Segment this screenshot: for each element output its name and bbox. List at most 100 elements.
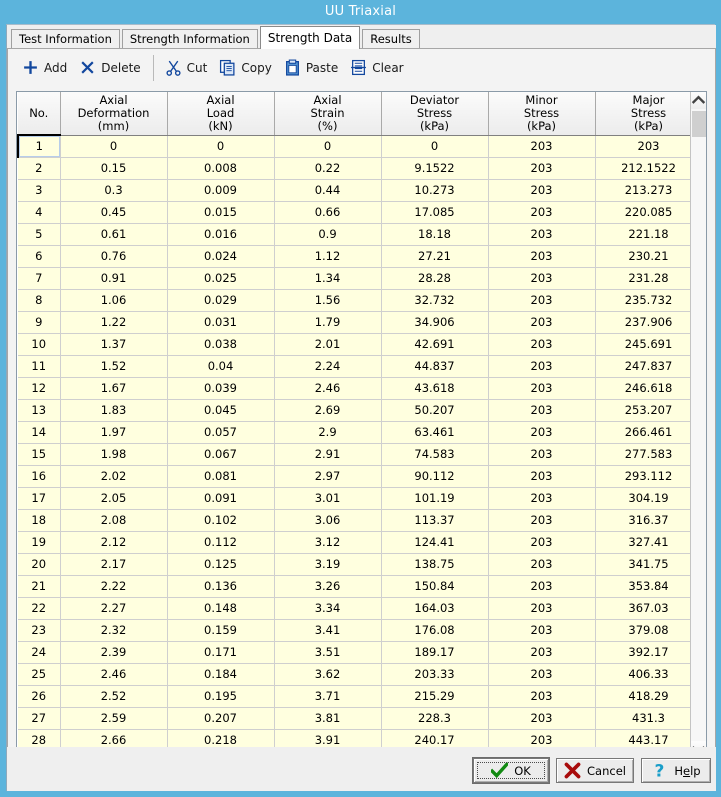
row-number-cell[interactable]: 19	[18, 531, 60, 553]
row-number-cell[interactable]: 18	[18, 509, 60, 531]
row-number-cell[interactable]: 16	[18, 465, 60, 487]
cell-axial_strain[interactable]: 0.44	[274, 179, 381, 201]
table-row[interactable]: 91.220.0311.7934.906203237.906	[18, 311, 702, 333]
cell-axial_def[interactable]: 2.46	[60, 663, 167, 685]
cell-dev_stress[interactable]: 113.37	[381, 509, 488, 531]
cell-major_stress[interactable]: 231.28	[595, 267, 702, 289]
cell-axial_strain[interactable]: 2.24	[274, 355, 381, 377]
cell-axial_load[interactable]: 0.195	[167, 685, 274, 707]
cell-major_stress[interactable]: 253.207	[595, 399, 702, 421]
table-row[interactable]: 172.050.0913.01101.19203304.19	[18, 487, 702, 509]
cell-axial_def[interactable]: 0.91	[60, 267, 167, 289]
table-row[interactable]: 212.220.1363.26150.84203353.84	[18, 575, 702, 597]
cell-dev_stress[interactable]: 164.03	[381, 597, 488, 619]
table-row[interactable]: 272.590.2073.81228.3203431.3	[18, 707, 702, 729]
cell-major_stress[interactable]: 353.84	[595, 575, 702, 597]
cell-axial_load[interactable]: 0.148	[167, 597, 274, 619]
cell-dev_stress[interactable]: 90.112	[381, 465, 488, 487]
cell-axial_load[interactable]: 0.184	[167, 663, 274, 685]
scroll-up-button[interactable]	[691, 92, 706, 109]
cell-axial_def[interactable]: 2.52	[60, 685, 167, 707]
cell-dev_stress[interactable]: 74.583	[381, 443, 488, 465]
row-number-cell[interactable]: 6	[18, 245, 60, 267]
cell-minor_stress[interactable]: 203	[488, 421, 595, 443]
cell-axial_load[interactable]: 0.024	[167, 245, 274, 267]
scrollbar-thumb[interactable]	[692, 111, 706, 137]
row-number-cell[interactable]: 17	[18, 487, 60, 509]
table-row[interactable]: 162.020.0812.9790.112203293.112	[18, 465, 702, 487]
cell-axial_load[interactable]: 0.081	[167, 465, 274, 487]
cell-minor_stress[interactable]: 203	[488, 245, 595, 267]
cell-axial_load[interactable]: 0.045	[167, 399, 274, 421]
cell-dev_stress[interactable]: 189.17	[381, 641, 488, 663]
tab-strength-information[interactable]: Strength Information	[122, 29, 258, 48]
row-number-cell[interactable]: 27	[18, 707, 60, 729]
cell-axial_strain[interactable]: 0.66	[274, 201, 381, 223]
cell-minor_stress[interactable]: 203	[488, 487, 595, 509]
table-row[interactable]: 131.830.0452.6950.207203253.207	[18, 399, 702, 421]
cell-axial_strain[interactable]: 1.56	[274, 289, 381, 311]
cell-dev_stress[interactable]: 44.837	[381, 355, 488, 377]
scrollbar-track[interactable]	[691, 109, 706, 741]
cell-axial_load[interactable]: 0.038	[167, 333, 274, 355]
cell-dev_stress[interactable]: 138.75	[381, 553, 488, 575]
table-row[interactable]: 60.760.0241.1227.21203230.21	[18, 245, 702, 267]
cell-axial_strain[interactable]: 3.81	[274, 707, 381, 729]
cell-axial_def[interactable]: 2.32	[60, 619, 167, 641]
table-row[interactable]: 232.320.1593.41176.08203379.08	[18, 619, 702, 641]
cell-axial_load[interactable]: 0.04	[167, 355, 274, 377]
cell-minor_stress[interactable]: 203	[488, 685, 595, 707]
cell-dev_stress[interactable]: 150.84	[381, 575, 488, 597]
row-number-cell[interactable]: 8	[18, 289, 60, 311]
cut-button[interactable]: Cut	[161, 55, 216, 81]
cell-axial_strain[interactable]: 1.79	[274, 311, 381, 333]
row-number-cell[interactable]: 12	[18, 377, 60, 399]
cell-minor_stress[interactable]: 203	[488, 663, 595, 685]
cell-axial_strain[interactable]: 3.71	[274, 685, 381, 707]
row-number-cell[interactable]: 3	[18, 179, 60, 201]
cell-axial_def[interactable]: 2.39	[60, 641, 167, 663]
cell-axial_load[interactable]: 0.057	[167, 421, 274, 443]
cell-dev_stress[interactable]: 17.085	[381, 201, 488, 223]
cell-dev_stress[interactable]: 63.461	[381, 421, 488, 443]
tab-strength-data[interactable]: Strength Data	[260, 26, 360, 49]
cell-axial_strain[interactable]: 3.62	[274, 663, 381, 685]
cell-axial_def[interactable]: 2.12	[60, 531, 167, 553]
cell-major_stress[interactable]: 367.03	[595, 597, 702, 619]
cell-axial_load[interactable]: 0.102	[167, 509, 274, 531]
row-number-cell[interactable]: 11	[18, 355, 60, 377]
cell-minor_stress[interactable]: 203	[488, 179, 595, 201]
table-row[interactable]: 101.370.0382.0142.691203245.691	[18, 333, 702, 355]
cell-major_stress[interactable]: 277.583	[595, 443, 702, 465]
column-header-major_stress[interactable]: MajorStress(kPa)	[595, 92, 702, 135]
cell-axial_def[interactable]: 1.52	[60, 355, 167, 377]
cell-minor_stress[interactable]: 203	[488, 597, 595, 619]
row-number-cell[interactable]: 22	[18, 597, 60, 619]
table-row[interactable]: 252.460.1843.62203.33203406.33	[18, 663, 702, 685]
cell-axial_load[interactable]: 0.159	[167, 619, 274, 641]
cell-axial_def[interactable]: 1.98	[60, 443, 167, 465]
cell-axial_def[interactable]: 2.05	[60, 487, 167, 509]
cell-axial_def[interactable]: 0	[60, 135, 167, 157]
table-row[interactable]: 242.390.1713.51189.17203392.17	[18, 641, 702, 663]
table-row[interactable]: 50.610.0160.918.18203221.18	[18, 223, 702, 245]
cell-axial_load[interactable]: 0.112	[167, 531, 274, 553]
cell-axial_strain[interactable]: 3.06	[274, 509, 381, 531]
column-header-no[interactable]: No.	[18, 92, 60, 135]
cell-major_stress[interactable]: 212.1522	[595, 157, 702, 179]
cell-axial_load[interactable]: 0.039	[167, 377, 274, 399]
cell-minor_stress[interactable]: 203	[488, 223, 595, 245]
table-row[interactable]: 30.30.0090.4410.273203213.273	[18, 179, 702, 201]
cell-dev_stress[interactable]: 27.21	[381, 245, 488, 267]
cell-dev_stress[interactable]: 9.1522	[381, 157, 488, 179]
cell-dev_stress[interactable]: 32.732	[381, 289, 488, 311]
table-row[interactable]: 121.670.0392.4643.618203246.618	[18, 377, 702, 399]
cell-major_stress[interactable]: 213.273	[595, 179, 702, 201]
cell-major_stress[interactable]: 245.691	[595, 333, 702, 355]
table-row[interactable]: 40.450.0150.6617.085203220.085	[18, 201, 702, 223]
cell-axial_strain[interactable]: 3.51	[274, 641, 381, 663]
cell-axial_strain[interactable]: 2.97	[274, 465, 381, 487]
cell-major_stress[interactable]: 266.461	[595, 421, 702, 443]
cell-axial_strain[interactable]: 2.01	[274, 333, 381, 355]
cell-axial_load[interactable]: 0.009	[167, 179, 274, 201]
